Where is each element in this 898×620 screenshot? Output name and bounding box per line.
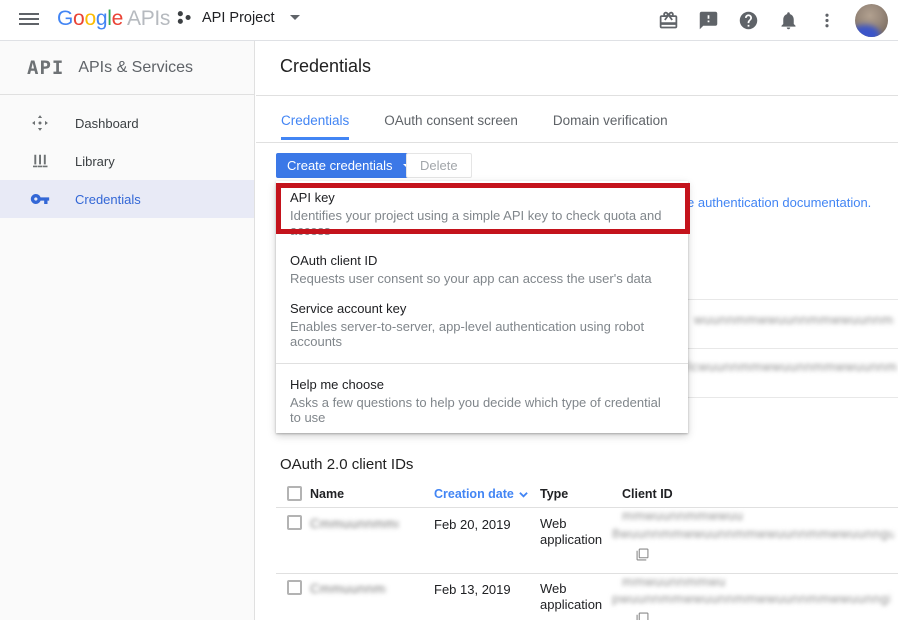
menu-item-title: API key	[290, 190, 674, 205]
copy-icon[interactable]	[636, 612, 649, 620]
type-cell: Web application	[540, 516, 610, 548]
oauth-client-ids-heading: OAuth 2.0 client IDs	[280, 456, 413, 473]
logo-letter: o	[73, 7, 84, 30]
authentication-documentation-link[interactable]: e authentication documentation.	[687, 195, 871, 210]
redacted-client-id: 8wuunnmmwwuunnmmwwuunnmmwwuunnguus	[612, 526, 894, 542]
logo-apis-text: APIs	[127, 7, 170, 30]
copy-icon[interactable]	[636, 548, 649, 561]
select-all-checkbox[interactable]	[287, 486, 302, 501]
divider	[686, 348, 898, 349]
google-apis-logo[interactable]: GoogleAPIs	[57, 7, 170, 31]
tab-credentials[interactable]: Credentials	[281, 113, 349, 140]
logo-letter: e	[112, 7, 123, 30]
sidebar-item-label: Library	[75, 154, 115, 169]
row-checkbox[interactable]	[287, 515, 302, 530]
copy-icon-wrap	[636, 548, 649, 566]
divider	[276, 507, 898, 508]
key-icon	[30, 189, 50, 209]
page-title: Credentials	[280, 56, 371, 77]
redacted-api-key: lcwuunnmmwwuunnmmwwuunnmmwwuunnmmw0	[688, 359, 898, 375]
dashboard-icon	[30, 113, 50, 133]
menu-item-oauth-client-id[interactable]: OAuth client ID Requests user consent so…	[276, 246, 688, 294]
redacted-client-name: Cmmuunnmmnnt	[310, 516, 398, 532]
create-credentials-menu: API key Identifies your project using a …	[276, 181, 688, 433]
divider	[276, 573, 898, 574]
sort-chevron-icon	[519, 490, 528, 499]
logo-letter: g	[96, 7, 107, 30]
copy-icon-wrap	[636, 612, 649, 620]
creation-date-cell: Feb 20, 2019	[434, 517, 511, 532]
feedback-icon[interactable]	[698, 10, 719, 31]
sidebar-title: APIs & Services	[78, 59, 193, 77]
sidebar: API APIs & Services Dashboard Library	[0, 41, 255, 620]
sidebar-item-dashboard[interactable]: Dashboard	[0, 104, 254, 142]
main-content: Credentials Credentials OAuth consent sc…	[256, 41, 898, 620]
tab-bar: Credentials OAuth consent screen Domain …	[281, 113, 668, 140]
column-header-type: Type	[540, 487, 568, 501]
tab-domain-verification[interactable]: Domain verification	[553, 113, 668, 140]
redacted-client-id: mmwuunnmmwwuu	[622, 508, 772, 524]
menu-item-title: OAuth client ID	[290, 253, 674, 268]
menu-item-title: Service account key	[290, 301, 674, 316]
gift-icon[interactable]	[658, 10, 679, 31]
creation-date-cell: Feb 13, 2019	[434, 582, 511, 597]
more-vert-icon[interactable]	[818, 10, 836, 31]
redacted-api-key: wuunnmmwwuunnmmwwuunnmmwwuunnmmwwuc	[694, 312, 894, 328]
sidebar-header: API APIs & Services	[0, 41, 254, 95]
column-header-name: Name	[310, 487, 344, 501]
column-header-creation-date[interactable]: Creation date	[434, 487, 528, 501]
divider	[256, 95, 898, 96]
divider	[686, 299, 898, 300]
top-bar: GoogleAPIs API Project	[0, 0, 898, 41]
sidebar-item-credentials[interactable]: Credentials	[0, 180, 254, 218]
project-name: API Project	[202, 10, 275, 26]
project-selector[interactable]: API Project	[176, 9, 300, 26]
menu-item-help-me-choose[interactable]: Help me choose Asks a few questions to h…	[276, 370, 688, 433]
avatar-blur	[855, 25, 880, 37]
project-icon	[176, 9, 193, 26]
notifications-icon[interactable]	[778, 10, 799, 31]
logo-letter: G	[57, 7, 73, 30]
tab-oauth-consent-screen[interactable]: OAuth consent screen	[384, 113, 518, 140]
menu-item-api-key[interactable]: API key Identifies your project using a …	[276, 183, 688, 246]
row-checkbox[interactable]	[287, 580, 302, 595]
google-apis-console: GoogleAPIs API Project	[0, 0, 898, 620]
sidebar-nav: Dashboard Library Credentials	[0, 95, 254, 218]
column-header-client-id: Client ID	[622, 487, 673, 501]
chevron-down-icon	[290, 15, 300, 20]
library-icon	[30, 151, 50, 171]
help-icon[interactable]	[738, 10, 759, 31]
menu-item-description: Identifies your project using a simple A…	[290, 208, 674, 238]
menu-icon[interactable]	[19, 13, 39, 25]
menu-separator	[276, 363, 688, 364]
column-header-label: Creation date	[434, 487, 514, 501]
api-logo-glyph: API	[27, 57, 64, 79]
avatar[interactable]	[855, 4, 888, 37]
redacted-client-name: Cmmuunnmmt	[310, 581, 386, 597]
menu-item-description: Asks a few questions to help you decide …	[290, 395, 674, 425]
menu-item-description: Enables server-to-server, app-level auth…	[290, 319, 674, 349]
menu-item-service-account-key[interactable]: Service account key Enables server-to-se…	[276, 294, 688, 357]
delete-button[interactable]: Delete	[406, 153, 472, 178]
create-credentials-label: Create credentials	[287, 158, 393, 173]
topbar-actions	[658, 0, 888, 41]
sidebar-item-label: Dashboard	[75, 116, 139, 131]
type-cell: Web application	[540, 581, 610, 613]
menu-item-description: Requests user consent so your app can ac…	[290, 271, 674, 286]
sidebar-item-label: Credentials	[75, 192, 141, 207]
divider	[256, 142, 898, 143]
redacted-client-id: pwuunnmmwwuunnmmwwuunnmmwwuunngiuu	[612, 591, 890, 607]
sidebar-item-library[interactable]: Library	[0, 142, 254, 180]
redacted-client-id: mmwuunnmmwu	[622, 574, 752, 590]
logo-letter: o	[84, 7, 95, 30]
menu-item-title: Help me choose	[290, 377, 674, 392]
create-credentials-button[interactable]: Create credentials	[276, 153, 422, 178]
